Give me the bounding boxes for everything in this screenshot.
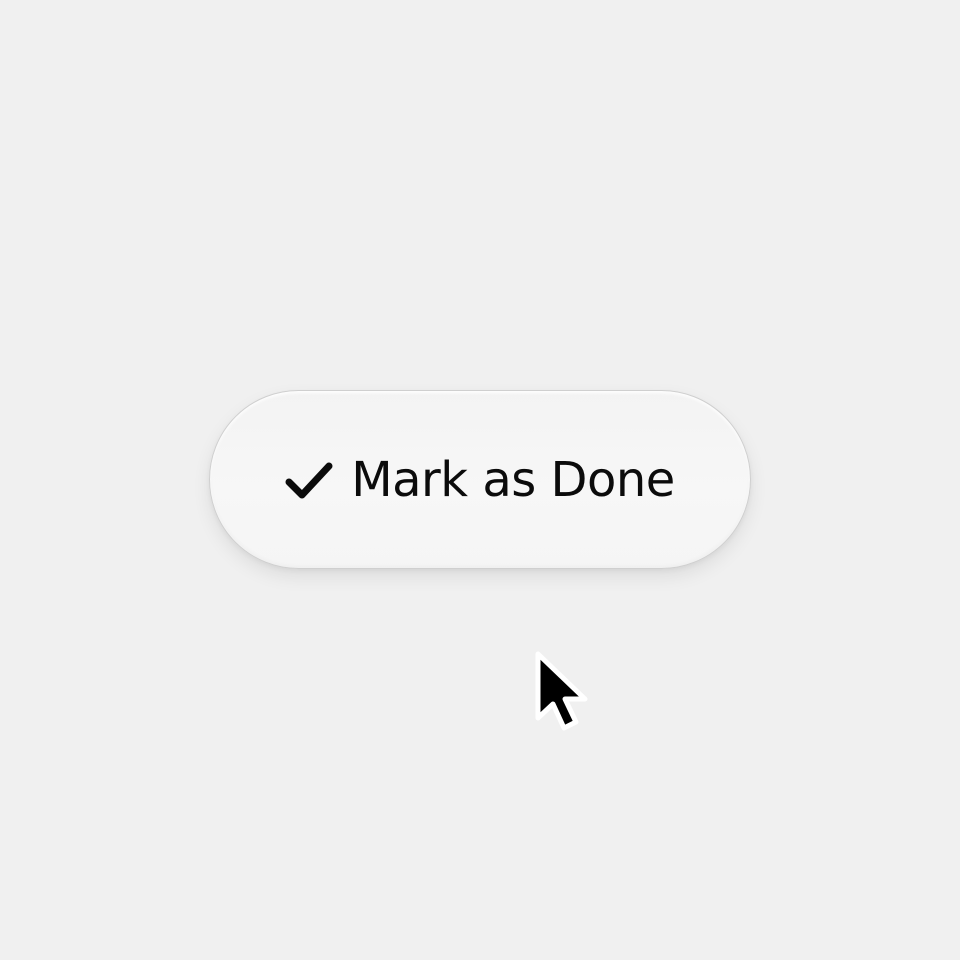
mouse-pointer-icon: [535, 651, 588, 731]
checkmark-icon: [285, 462, 333, 498]
mark-as-done-button[interactable]: Mark as Done: [209, 390, 751, 569]
button-label: Mark as Done: [351, 451, 675, 508]
canvas-background: Mark as Done: [0, 0, 960, 960]
